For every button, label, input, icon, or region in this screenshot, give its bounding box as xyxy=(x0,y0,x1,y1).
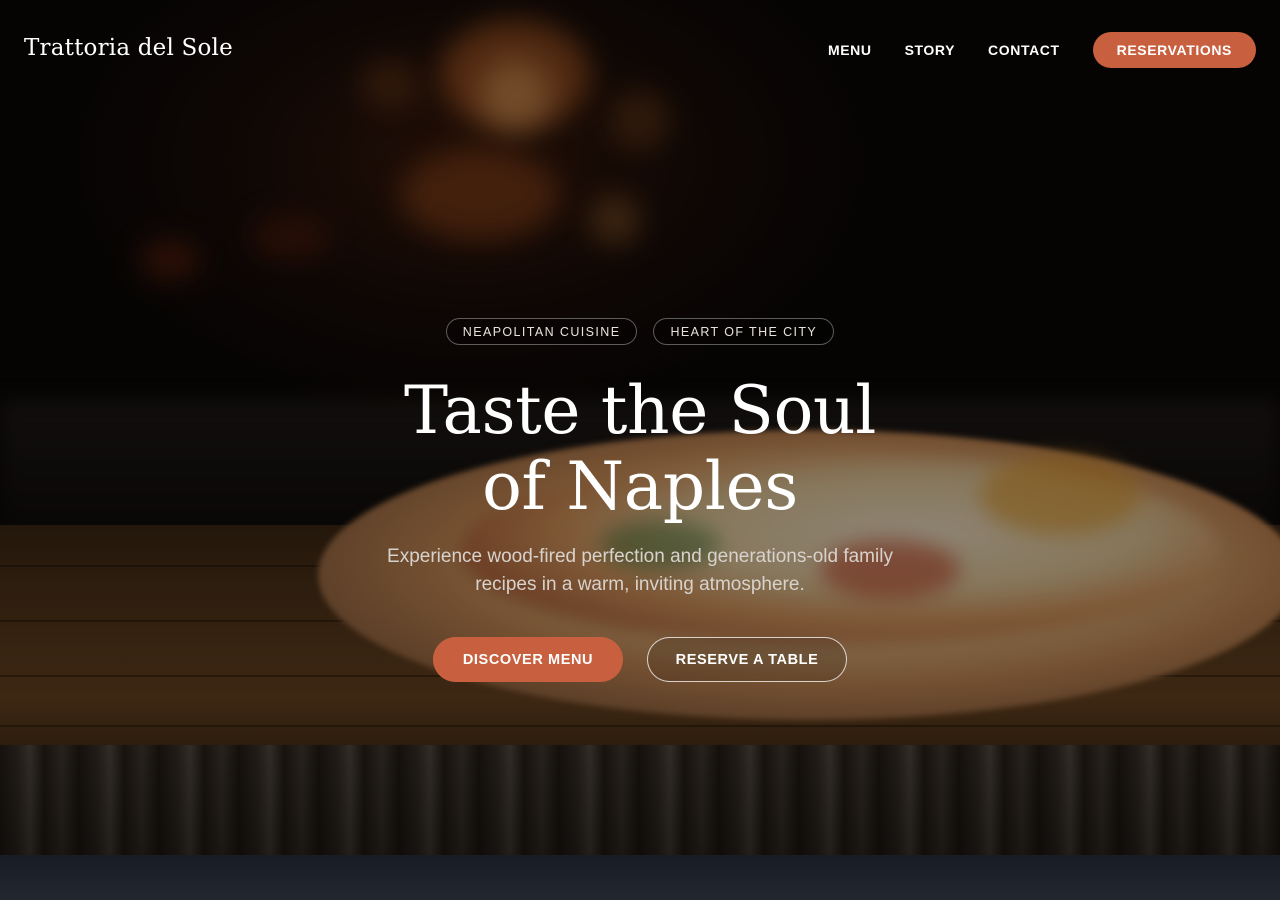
tag-neapolitan-cuisine: NEAPOLITAN CUISINE xyxy=(445,318,638,345)
site-header: Trattoria del Sole MENU STORY CONTACT RE… xyxy=(0,0,1280,100)
tag-heart-of-the-city: HEART OF THE CITY xyxy=(653,318,835,345)
hero-section: NEAPOLITAN CUISINE HEART OF THE CITY Tas… xyxy=(0,318,1280,682)
hero-title-line-1: Taste the Soul xyxy=(403,372,877,449)
main-nav: MENU STORY CONTACT RESERVATIONS xyxy=(828,32,1256,68)
hero-subtitle-line-2: recipes in a warm, inviting atmosphere. xyxy=(475,574,805,595)
hero-subtitle-line-1: Experience wood-fired perfection and gen… xyxy=(387,546,893,567)
brand-logo[interactable]: Trattoria del Sole xyxy=(24,35,233,61)
reserve-table-button[interactable]: RESERVE A TABLE xyxy=(647,637,847,682)
reservations-button[interactable]: RESERVATIONS xyxy=(1092,32,1256,68)
hero-title-line-2: of Naples xyxy=(482,448,798,525)
hero-title: Taste the Soul of Naples xyxy=(0,373,1280,525)
hero-subtitle: Experience wood-fired perfection and gen… xyxy=(330,543,950,599)
nav-link-menu[interactable]: MENU xyxy=(828,42,872,58)
discover-menu-button[interactable]: DISCOVER MENU xyxy=(433,637,623,682)
nav-link-contact[interactable]: CONTACT xyxy=(988,42,1060,58)
hero-actions: DISCOVER MENU RESERVE A TABLE xyxy=(0,637,1280,682)
nav-link-story[interactable]: STORY xyxy=(905,42,955,58)
hero-tags: NEAPOLITAN CUISINE HEART OF THE CITY xyxy=(0,318,1280,345)
